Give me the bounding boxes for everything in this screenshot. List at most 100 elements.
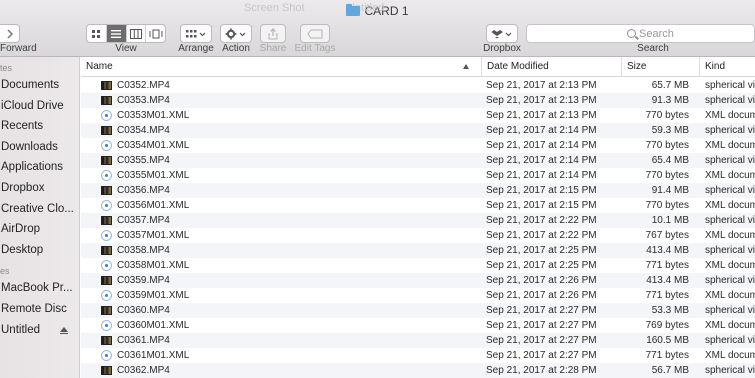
column-header-size[interactable]: Size: [621, 57, 699, 77]
file-row[interactable]: C0358M01.XML Sep 21, 2017 at 2:25 PM 771 b…: [81, 258, 755, 273]
file-name: C0354.MP4: [117, 125, 170, 136]
sidebar-item-macbook-pro[interactable]: MacBook Pr...: [0, 278, 79, 299]
file-kind: XML docum: [705, 260, 755, 271]
file-kind: spherical vi: [705, 365, 755, 376]
file-size: 91.3 MB: [651, 95, 689, 106]
file-name: C0361M01.XML: [117, 350, 190, 361]
view-label: View: [115, 43, 137, 54]
file-kind: spherical vi: [705, 95, 755, 106]
edit-tags-button[interactable]: [300, 24, 330, 43]
file-kind: XML docum: [705, 110, 755, 121]
file-row[interactable]: C0357M01.XML Sep 21, 2017 at 2:22 PM 767 b…: [81, 228, 755, 243]
file-row[interactable]: C0356.MP4 Sep 21, 2017 at 2:15 PM 91.4 MB s…: [81, 183, 755, 198]
file-size: 770 bytes: [645, 110, 689, 121]
column-header-name[interactable]: Name: [81, 57, 480, 77]
column-header-date[interactable]: Date Modified: [481, 57, 621, 77]
file-row[interactable]: C0359.MP4 Sep 21, 2017 at 2:26 PM 413.4 MB…: [81, 273, 755, 288]
video-file-icon: [101, 276, 112, 285]
icon-view-icon[interactable]: [87, 25, 107, 42]
file-kind: XML docum: [705, 320, 755, 331]
file-name: C0357.MP4: [117, 215, 170, 226]
file-name: C0355M01.XML: [117, 170, 190, 181]
sidebar-item-creative-cloud[interactable]: Creative Clo...: [0, 199, 79, 220]
file-name: C0353M01.XML: [117, 110, 190, 121]
column-view-icon[interactable]: [127, 25, 147, 42]
file-name: C0357M01.XML: [117, 230, 190, 241]
search-icon: [627, 29, 636, 38]
sidebar-item-label: Untitled: [1, 323, 40, 336]
file-name: C0356.MP4: [117, 185, 170, 196]
file-row[interactable]: C0361.MP4 Sep 21, 2017 at 2:27 PM 160.5 MB…: [81, 333, 755, 348]
file-rows: C0352.MP4 Sep 21, 2017 at 2:13 PM 65.7 MB s…: [81, 78, 755, 378]
file-row[interactable]: C0357.MP4 Sep 21, 2017 at 2:22 PM 10.1 MB s…: [81, 213, 755, 228]
search-input[interactable]: Search: [526, 24, 755, 43]
file-row[interactable]: C0353M01.XML Sep 21, 2017 at 2:13 PM 770 b…: [81, 108, 755, 123]
file-name: C0359.MP4: [117, 275, 170, 286]
arrange-button[interactable]: [180, 24, 212, 43]
file-size: 91.4 MB: [651, 185, 689, 196]
forward-button[interactable]: [0, 24, 20, 43]
file-size: 771 bytes: [645, 260, 689, 271]
video-file-icon: [101, 366, 112, 375]
file-row[interactable]: C0354M01.XML Sep 21, 2017 at 2:14 PM 770 b…: [81, 138, 755, 153]
xml-file-icon: [101, 290, 112, 301]
sidebar-item-untitled[interactable]: Untitled: [0, 320, 79, 341]
view-mode-control[interactable]: [86, 24, 166, 43]
file-date-modified: Sep 21, 2017 at 2:14 PM: [486, 170, 597, 181]
file-row[interactable]: C0352.MP4 Sep 21, 2017 at 2:13 PM 65.7 MB s…: [81, 78, 755, 93]
video-file-icon: [101, 156, 112, 165]
sidebar-item-airdrop[interactable]: AirDrop: [0, 219, 79, 240]
file-kind: spherical vi: [705, 335, 755, 346]
sidebar-item-recents[interactable]: Recents: [0, 116, 79, 137]
sidebar-item-remote-disc[interactable]: Remote Disc: [0, 299, 79, 320]
file-date-modified: Sep 21, 2017 at 2:28 PM: [486, 365, 597, 376]
arrange-grid-icon: [186, 29, 206, 37]
file-name: C0358.MP4: [117, 245, 170, 256]
file-kind: XML docum: [705, 140, 755, 151]
sidebar-item-applications[interactable]: Applications: [0, 157, 79, 178]
file-kind: spherical vi: [705, 155, 755, 166]
file-size: 413.4 MB: [646, 275, 689, 286]
gear-icon: [225, 28, 246, 39]
dropbox-button[interactable]: [486, 24, 518, 43]
file-row[interactable]: C0355M01.XML Sep 21, 2017 at 2:14 PM 770 b…: [81, 168, 755, 183]
file-size: 413.4 MB: [646, 245, 689, 256]
column-header-kind[interactable]: Kind: [699, 57, 755, 77]
ghost-tab-label: Screen Shot: [244, 2, 305, 14]
file-row[interactable]: C0355.MP4 Sep 21, 2017 at 2:14 PM 65.4 MB s…: [81, 153, 755, 168]
file-size: 56.7 MB: [651, 365, 689, 376]
action-button[interactable]: [220, 24, 252, 43]
file-kind: spherical vi: [705, 245, 755, 256]
sidebar-item-desktop[interactable]: Desktop: [0, 240, 79, 261]
file-kind: XML docum: [705, 290, 755, 301]
file-kind: spherical vi: [705, 275, 755, 286]
sidebar-item-icloud-drive[interactable]: iCloud Drive: [0, 96, 79, 117]
file-row[interactable]: C0360.MP4 Sep 21, 2017 at 2:27 PM 53.3 MB s…: [81, 303, 755, 318]
file-row[interactable]: C0356M01.XML Sep 21, 2017 at 2:15 PM 770 b…: [81, 198, 755, 213]
file-date-modified: Sep 21, 2017 at 2:13 PM: [486, 95, 597, 106]
coverflow-view-icon[interactable]: [146, 25, 165, 42]
sidebar-item-dropbox[interactable]: Dropbox: [0, 178, 79, 199]
file-name: C0353.MP4: [117, 95, 170, 106]
file-row[interactable]: C0361M01.XML Sep 21, 2017 at 2:27 PM 771 b…: [81, 348, 755, 363]
file-size: 767 bytes: [645, 230, 689, 241]
file-size: 59.3 MB: [651, 125, 689, 136]
share-button[interactable]: [260, 24, 286, 43]
file-name: C0360M01.XML: [117, 320, 190, 331]
file-kind: spherical vi: [705, 185, 755, 196]
file-row[interactable]: C0354.MP4 Sep 21, 2017 at 2:14 PM 59.3 MB s…: [81, 123, 755, 138]
sidebar-item-downloads[interactable]: Downloads: [0, 137, 79, 158]
file-row[interactable]: C0358.MP4 Sep 21, 2017 at 2:25 PM 413.4 MB…: [81, 243, 755, 258]
file-row[interactable]: C0362.MP4 Sep 21, 2017 at 2:28 PM 56.7 MB s…: [81, 363, 755, 378]
sidebar-item-documents[interactable]: Documents: [0, 75, 79, 96]
file-row[interactable]: C0359M01.XML Sep 21, 2017 at 2:26 PM 771 b…: [81, 288, 755, 303]
file-row[interactable]: C0360M01.XML Sep 21, 2017 at 2:27 PM 769 b…: [81, 318, 755, 333]
file-row[interactable]: C0353.MP4 Sep 21, 2017 at 2:13 PM 91.3 MB s…: [81, 93, 755, 108]
share-label: Share: [259, 43, 287, 54]
file-date-modified: Sep 21, 2017 at 2:15 PM: [486, 200, 597, 211]
search-label: Search: [637, 43, 669, 54]
file-kind: spherical vi: [705, 125, 755, 136]
eject-icon[interactable]: [60, 326, 68, 335]
list-view-icon[interactable]: [106, 25, 127, 42]
file-size: 53.3 MB: [651, 305, 689, 316]
